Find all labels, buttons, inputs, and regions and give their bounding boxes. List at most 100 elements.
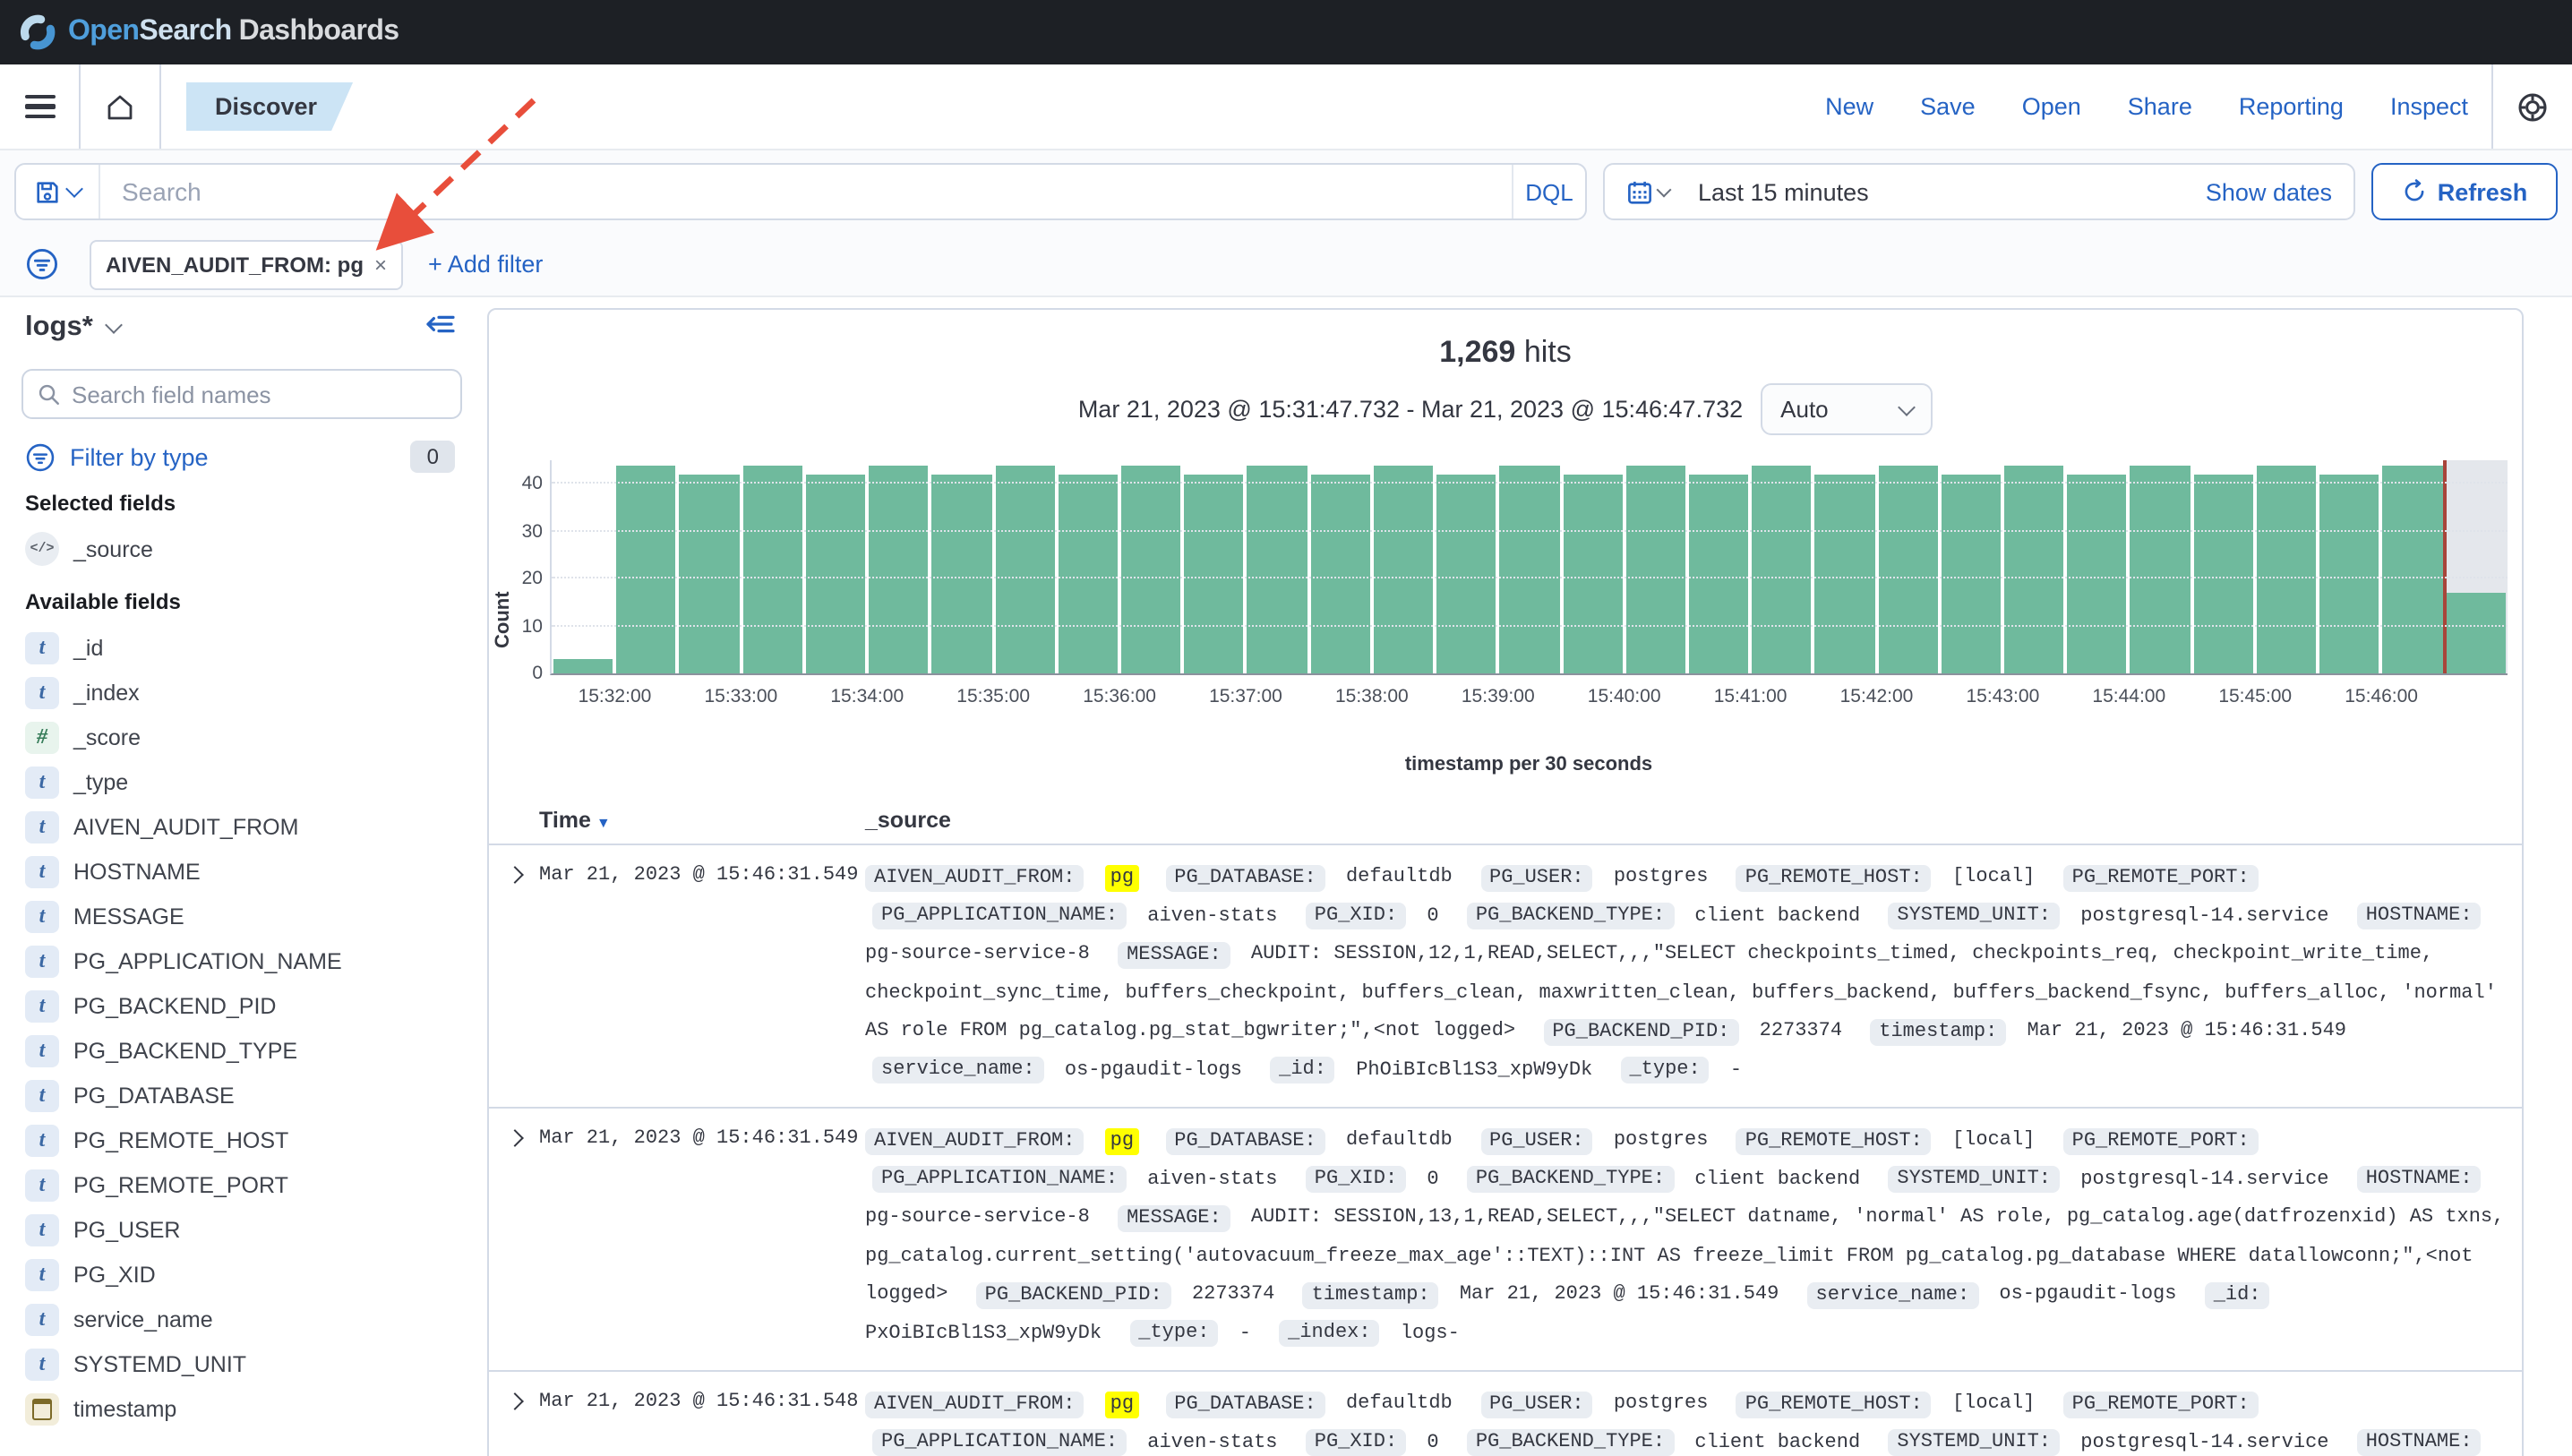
home-button[interactable]: [81, 64, 159, 149]
field-item-_type[interactable]: t_type: [14, 759, 462, 804]
nav-action-save[interactable]: Save: [1920, 93, 1976, 120]
index-pattern-select[interactable]: logs*: [25, 312, 462, 344]
query-language-button[interactable]: DQL: [1512, 165, 1585, 218]
histogram-bar[interactable]: [1500, 465, 1559, 673]
histogram-bar[interactable]: [680, 475, 739, 673]
histogram-bar[interactable]: [742, 465, 802, 673]
field-item-PG_REMOTE_HOST[interactable]: tPG_REMOTE_HOST: [14, 1118, 462, 1162]
field-item-service_name[interactable]: tservice_name: [14, 1297, 462, 1341]
histogram-bar[interactable]: [1436, 475, 1496, 673]
histogram-bar[interactable]: [1059, 475, 1118, 673]
field-item-_id[interactable]: t_id: [14, 625, 462, 670]
field-item-PG_REMOTE_PORT[interactable]: tPG_REMOTE_PORT: [14, 1162, 462, 1207]
field-item-_index[interactable]: t_index: [14, 670, 462, 715]
source-field-value: [local]: [1952, 1130, 2035, 1152]
histogram-bar[interactable]: [806, 475, 865, 673]
filter-pill[interactable]: AIVEN_AUDIT_FROM: pg ×: [90, 239, 403, 289]
saved-query-button[interactable]: [16, 165, 100, 218]
histogram-bar[interactable]: [2319, 475, 2379, 673]
field-item-PG_USER[interactable]: tPG_USER: [14, 1207, 462, 1252]
y-axis-title: Count: [493, 460, 514, 648]
field-item-HOSTNAME[interactable]: tHOSTNAME: [14, 849, 462, 894]
field-name: _index: [73, 680, 140, 705]
field-item-timestamp[interactable]: timestamp: [14, 1386, 462, 1431]
source-field-pill: PG_REMOTE_HOST:: [1736, 864, 1932, 891]
doc-source-cell: AIVEN_AUDIT_FROM: pg PG_DATABASE: defaul…: [865, 1386, 2522, 1456]
help-menu-button[interactable]: [2493, 64, 2572, 149]
histogram-bar[interactable]: [1310, 475, 1369, 673]
interval-select[interactable]: Auto: [1761, 383, 1933, 435]
time-range-value[interactable]: Last 15 minutes: [1698, 178, 1869, 205]
histogram-bar[interactable]: [995, 465, 1054, 673]
nav-action-reporting[interactable]: Reporting: [2239, 93, 2344, 120]
histogram-bar[interactable]: [2383, 465, 2442, 673]
field-item-MESSAGE[interactable]: tMESSAGE: [14, 894, 462, 938]
expand-row-button[interactable]: [489, 1386, 539, 1456]
search-input[interactable]: [100, 165, 1512, 218]
histogram-bar[interactable]: [1184, 475, 1243, 673]
histogram-bar[interactable]: [2130, 465, 2190, 673]
refresh-button[interactable]: Refresh: [2371, 163, 2558, 220]
field-item-SYSTEMD_UNIT[interactable]: tSYSTEMD_UNIT: [14, 1341, 462, 1386]
histogram-bar[interactable]: [2068, 475, 2127, 673]
histogram-bar[interactable]: [616, 465, 675, 673]
breadcrumb[interactable]: Discover: [186, 82, 353, 131]
filter-options-button[interactable]: [14, 233, 68, 295]
histogram-bar[interactable]: [1815, 475, 1874, 673]
nav-action-share[interactable]: Share: [2128, 93, 2192, 120]
remove-filter-icon[interactable]: ×: [374, 252, 387, 277]
source-field-pill: _index:: [1279, 1320, 1379, 1347]
histogram-bar[interactable]: [1625, 465, 1685, 673]
histogram-bar[interactable]: [1121, 465, 1180, 673]
histogram-bar[interactable]: [1752, 465, 1811, 673]
expand-row-button[interactable]: [489, 1123, 539, 1354]
histogram-bar[interactable]: [2004, 465, 2063, 673]
field-item-PG_BACKEND_TYPE[interactable]: tPG_BACKEND_TYPE: [14, 1028, 462, 1073]
source-field-pill: SYSTEMD_UNIT:: [1888, 1429, 2060, 1456]
histogram-bar[interactable]: [932, 475, 991, 673]
histogram-bar[interactable]: [1942, 475, 2001, 673]
histogram-bar[interactable]: [2446, 593, 2505, 673]
time-column-header[interactable]: Time▼: [539, 808, 865, 833]
x-tick-label: 15:39:00: [1462, 686, 1535, 707]
show-dates-button[interactable]: Show dates: [2206, 178, 2332, 205]
field-name: SYSTEMD_UNIT: [73, 1351, 246, 1376]
x-tick-label: 15:32:00: [579, 686, 652, 707]
field-item-_source[interactable]: </>_source: [14, 527, 462, 571]
nav-action-open[interactable]: Open: [2022, 93, 2081, 120]
field-item-AIVEN_AUDIT_FROM[interactable]: tAIVEN_AUDIT_FROM: [14, 804, 462, 849]
add-filter-button[interactable]: + Add filter: [428, 251, 543, 278]
doc-row: Mar 21, 2023 @ 15:46:31.548AIVEN_AUDIT_F…: [489, 1372, 2522, 1456]
string-field-icon: t: [25, 1124, 59, 1156]
source-field-pill: AIVEN_AUDIT_FROM:: [865, 864, 1084, 891]
field-item-PG_APPLICATION_NAME[interactable]: tPG_APPLICATION_NAME: [14, 938, 462, 983]
histogram-bar[interactable]: [2193, 475, 2252, 673]
nav-action-inspect[interactable]: Inspect: [2390, 93, 2468, 120]
field-item-PG_DATABASE[interactable]: tPG_DATABASE: [14, 1073, 462, 1118]
menu-button[interactable]: [0, 64, 79, 149]
date-quick-select-button[interactable]: [1605, 178, 1691, 205]
histogram-bar[interactable]: [1563, 475, 1622, 673]
nav-action-new[interactable]: New: [1825, 93, 1873, 120]
current-time-marker: [2442, 460, 2446, 673]
histogram-bar[interactable]: [1247, 465, 1307, 673]
histogram-bar[interactable]: [869, 465, 928, 673]
source-field-value: pg-source-service-8: [865, 1207, 1090, 1229]
source-field-pill: PG_REMOTE_PORT:: [2063, 1391, 2259, 1417]
collapse-sidebar-button[interactable]: [426, 312, 455, 337]
expand-row-button[interactable]: [489, 860, 539, 1091]
source-field-value: aiven-stats: [1147, 905, 1277, 927]
histogram-bar[interactable]: [553, 659, 613, 673]
source-field-value: 0: [1427, 1169, 1438, 1190]
histogram-bar[interactable]: [1374, 465, 1433, 673]
field-item-PG_BACKEND_PID[interactable]: tPG_BACKEND_PID: [14, 983, 462, 1028]
filter-by-type[interactable]: Filter by type 0: [25, 441, 462, 473]
histogram-bar-slot: [1308, 460, 1371, 673]
field-search[interactable]: Search field names: [21, 369, 462, 419]
opensearch-logo[interactable]: OpenSearchDashboards: [18, 13, 399, 52]
histogram-bar[interactable]: [2257, 465, 2316, 673]
field-item-_score[interactable]: #_score: [14, 715, 462, 759]
field-item-PG_XID[interactable]: tPG_XID: [14, 1252, 462, 1297]
histogram-bar[interactable]: [1878, 465, 1937, 673]
histogram-bar[interactable]: [1689, 475, 1748, 673]
